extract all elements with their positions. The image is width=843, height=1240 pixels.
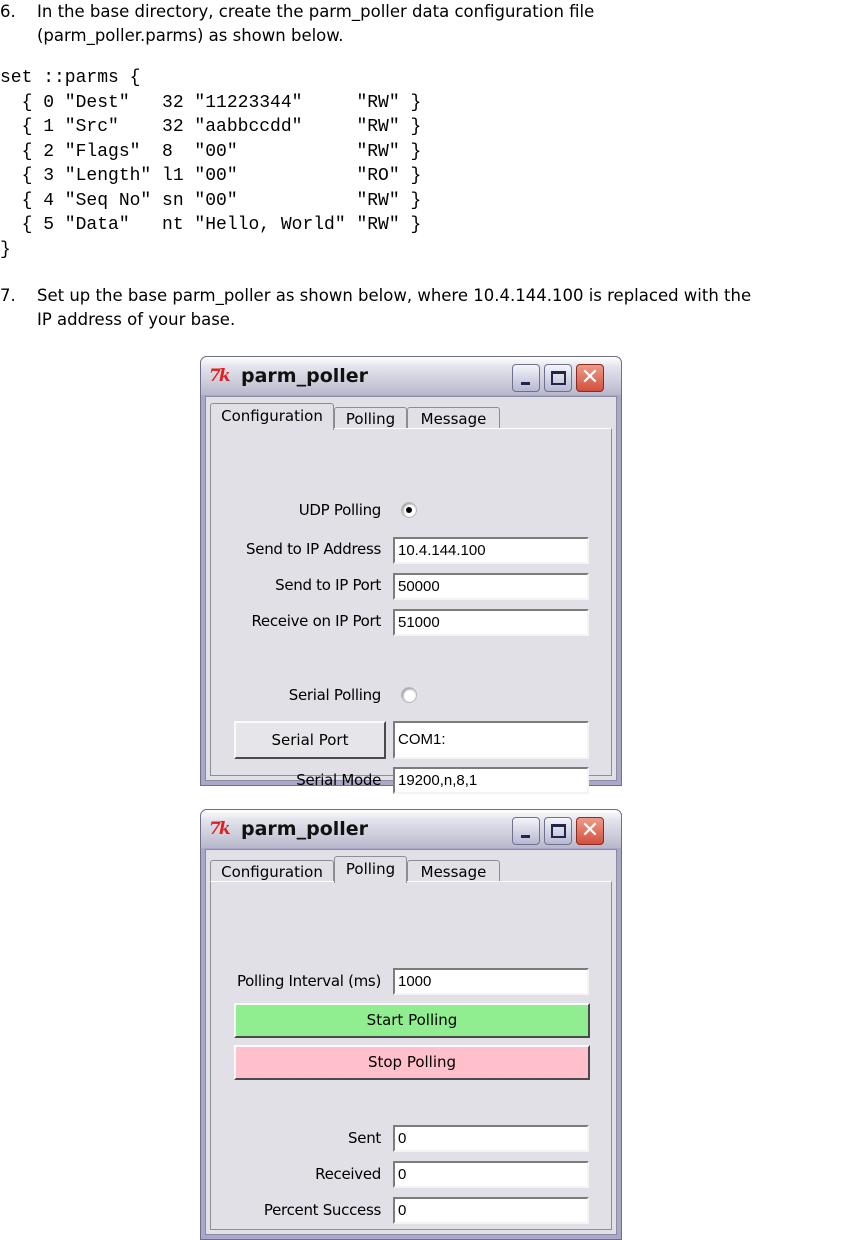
window-title: parm_poller [241, 365, 369, 387]
serial-port-button[interactable]: Serial Port [234, 721, 386, 759]
tab-message[interactable]: Message [407, 860, 500, 882]
udp-polling-radio[interactable] [401, 502, 417, 518]
stop-polling-button[interactable]: Stop Polling [234, 1045, 590, 1080]
polling-pane: Polling Interval (ms) 1000 Start Polling… [210, 881, 612, 1230]
step-number: 7. [0, 286, 16, 305]
close-button[interactable]: ✕ [576, 817, 604, 845]
window-client: Configuration Polling Message UDP Pollin… [205, 396, 617, 794]
tab-configuration[interactable]: Configuration [210, 403, 334, 430]
title-bar[interactable]: 7k parm_poller ✕ [201, 357, 621, 395]
window-client: Configuration Polling Message Polling In… [205, 849, 617, 1235]
tab-polling[interactable]: Polling [334, 407, 407, 429]
step-text-line: Set up the base parm_poller as shown bel… [37, 286, 752, 305]
received-label: Received [315, 1165, 381, 1183]
receive-port-input[interactable]: 51000 [393, 609, 589, 636]
received-value[interactable]: 0 [393, 1161, 589, 1188]
minimize-icon [521, 835, 530, 838]
step-text-line: (parm_poller.parms) as shown below. [37, 26, 344, 45]
step-text-line: In the base directory, create the parm_p… [37, 2, 595, 21]
tab-polling[interactable]: Polling [334, 856, 407, 883]
parm-poller-window-polling: 7k parm_poller ✕ Configuration Polling M… [200, 809, 622, 1240]
udp-polling-label: UDP Polling [298, 501, 382, 519]
close-icon: ✕ [580, 818, 600, 843]
send-port-label: Send to IP Port [275, 576, 381, 594]
serial-polling-radio[interactable] [401, 687, 417, 703]
tab-configuration[interactable]: Configuration [210, 860, 334, 882]
sent-value[interactable]: 0 [393, 1125, 589, 1152]
polling-interval-label: Polling Interval (ms) [236, 972, 381, 990]
window-title: parm_poller [241, 818, 369, 840]
radio-selected-dot [406, 507, 412, 513]
configuration-pane: UDP Polling Send to IP Address 10.4.144.… [210, 428, 612, 794]
percent-success-label: Percent Success [263, 1201, 381, 1219]
parms-code-block: set ::parms { { 0 "Dest" 32 "11223344" "… [0, 68, 422, 260]
serial-mode-input[interactable]: 19200,n,8,1 [393, 767, 589, 794]
serial-mode-label: Serial Mode [296, 771, 381, 789]
close-icon: ✕ [580, 365, 600, 390]
maximize-icon [551, 824, 566, 838]
maximize-icon [551, 371, 566, 385]
minimize-button[interactable] [512, 817, 540, 845]
receive-port-label: Receive on IP Port [251, 612, 381, 630]
maximize-button[interactable] [544, 817, 572, 845]
step-text-line: IP address of your base. [37, 310, 236, 329]
title-bar[interactable]: 7k parm_poller ✕ [201, 810, 621, 848]
sent-label: Sent [348, 1129, 381, 1147]
tk-feather-icon: 7k [209, 366, 231, 386]
tab-message[interactable]: Message [407, 407, 500, 429]
polling-interval-input[interactable]: 1000 [393, 968, 589, 995]
start-polling-button[interactable]: Start Polling [234, 1003, 590, 1038]
send-ip-label: Send to IP Address [246, 540, 381, 558]
maximize-button[interactable] [544, 364, 572, 392]
parm-poller-window-configuration: 7k parm_poller ✕ Configuration Polling M… [200, 356, 622, 794]
serial-port-input[interactable]: COM1: [393, 721, 589, 759]
close-button[interactable]: ✕ [576, 364, 604, 392]
send-ip-input[interactable]: 10.4.144.100 [393, 537, 589, 564]
minimize-button[interactable] [512, 364, 540, 392]
send-port-input[interactable]: 50000 [393, 573, 589, 600]
minimize-icon [521, 382, 530, 385]
percent-success-value[interactable]: 0 [393, 1197, 589, 1224]
serial-polling-label: Serial Polling [288, 686, 382, 704]
tk-feather-icon: 7k [209, 819, 231, 839]
step-number: 6. [0, 2, 16, 21]
